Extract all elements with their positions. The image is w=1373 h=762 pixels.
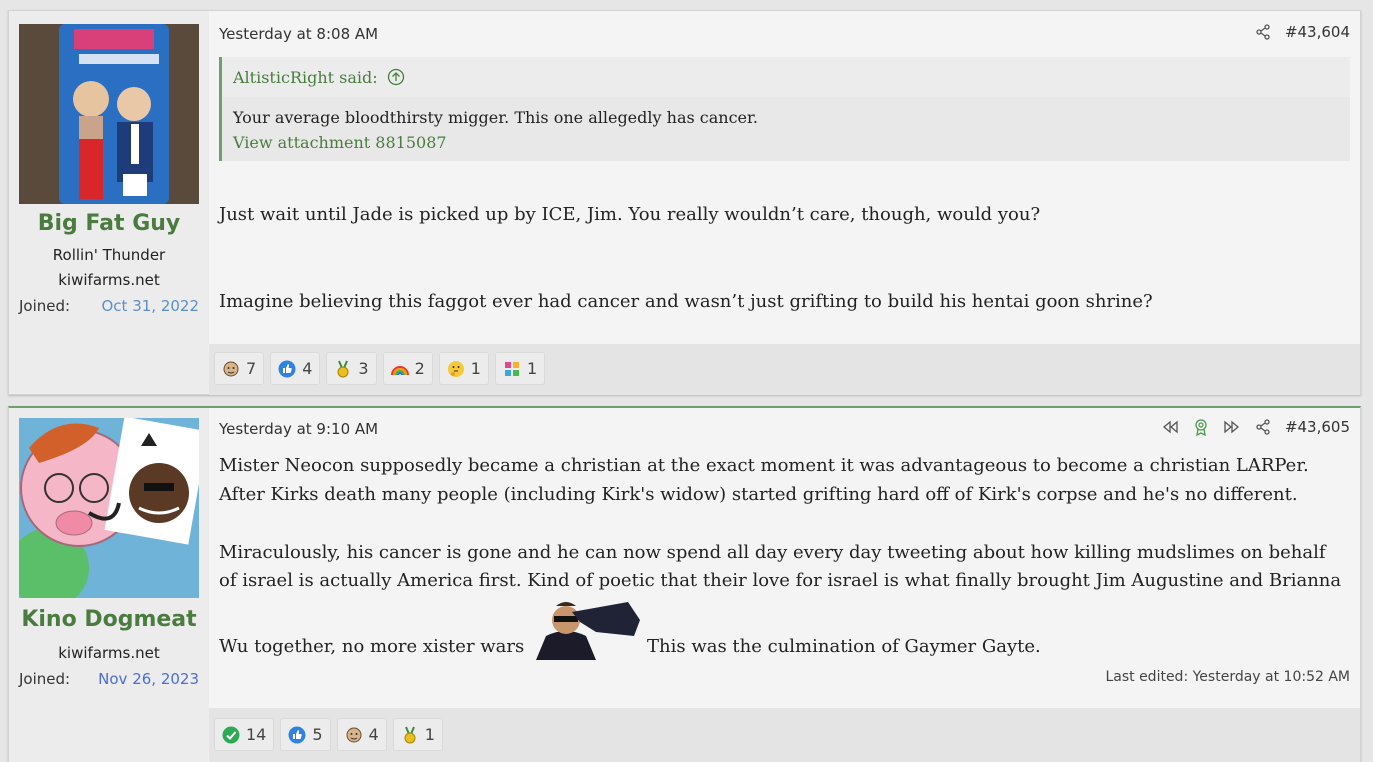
post-tools: #43,604	[1255, 23, 1350, 41]
user-site: kiwifarms.net	[58, 271, 160, 289]
post-text-line: This was the culmination of Gaymer Gayte…	[647, 636, 1041, 657]
joined-date: Nov 26, 2023	[98, 670, 199, 688]
post-text-line: of israel is actually America first. Kin…	[219, 570, 1342, 591]
face-icon	[346, 727, 362, 742]
post-text-line: Just wait until Jade is picked up by ICE…	[219, 204, 1041, 225]
post-text-line: Mister Neocon supposedly became a christ…	[219, 455, 1309, 476]
post-text-line: Wu together, no more xister wars	[219, 636, 525, 657]
username[interactable]: Big Fat Guy	[9, 211, 209, 236]
user-pane: Kino Dogmeat kiwifarms.net Joined: Nov 2…	[9, 408, 209, 762]
reaction-count: 1	[470, 359, 481, 378]
avatar[interactable]	[19, 24, 199, 204]
reaction-count: 4	[368, 725, 379, 744]
reaction-count: 14	[246, 725, 267, 744]
reaction-count: 3	[358, 359, 369, 378]
quote-block: AltisticRight said: Your average bloodth…	[219, 57, 1350, 161]
salute-emoji-image	[536, 596, 642, 660]
face-icon	[223, 361, 239, 376]
reaction-count: 5	[312, 725, 323, 744]
share-icon[interactable]	[1255, 419, 1271, 435]
post-number[interactable]: #43,604	[1285, 23, 1350, 41]
reaction-count: 1	[424, 725, 435, 744]
arrow-up-circle-icon[interactable]	[387, 68, 405, 90]
user-pane: Big Fat Guy Rollin' Thunder kiwifarms.ne…	[9, 11, 209, 394]
share-icon[interactable]	[1255, 24, 1271, 40]
post-text-line: Miraculously, his cancer is gone and he …	[219, 542, 1326, 563]
post-43605: Kino Dogmeat kiwifarms.net Joined: Nov 2…	[8, 406, 1361, 762]
reaction-count: 7	[246, 359, 257, 378]
avatar[interactable]	[19, 418, 199, 598]
rainbow-icon	[390, 365, 409, 375]
joined-date: Oct 31, 2022	[101, 297, 200, 315]
quote-header: AltisticRight said:	[222, 57, 1350, 97]
medal-icon	[404, 726, 416, 743]
post-number[interactable]: #43,605	[1285, 418, 1350, 436]
reaction-face[interactable]: 7	[214, 352, 265, 385]
medal-icon	[337, 360, 349, 377]
reaction-bar: 14 5 4 1	[209, 708, 1360, 762]
post-tools: #43,605	[1161, 418, 1350, 436]
post-43604: Big Fat Guy Rollin' Thunder kiwifarms.ne…	[8, 10, 1361, 395]
reaction-puzzle[interactable]: 1	[494, 352, 546, 385]
reaction-rainbow[interactable]: 2	[382, 352, 433, 385]
reaction-thinking[interactable]: 1	[438, 352, 489, 385]
post-text-line: After Kirks death many people (including…	[219, 484, 1298, 505]
fast-forward-icon[interactable]	[1223, 419, 1241, 435]
reaction-check[interactable]: 14	[214, 718, 275, 751]
reaction-bar: 7 4 3 2 1 1	[209, 344, 1360, 395]
like-icon	[288, 726, 306, 743]
reaction-count: 2	[414, 359, 425, 378]
last-edited[interactable]: Last edited: Yesterday at 10:52 AM	[1105, 669, 1350, 685]
user-title: Rollin' Thunder	[52, 246, 166, 264]
post-text-line: Imagine believing this faggot ever had c…	[219, 291, 1153, 312]
quote-text: Your average bloodthirsty migger. This o…	[233, 108, 758, 127]
reaction-like[interactable]: 4	[270, 352, 321, 385]
post-date[interactable]: Yesterday at 8:08 AM	[219, 25, 378, 43]
thinking-icon	[447, 360, 464, 377]
reaction-medal[interactable]: 1	[392, 718, 443, 751]
joined-label: Joined:	[19, 297, 71, 315]
joined-label: Joined:	[19, 670, 71, 688]
username[interactable]: Kino Dogmeat	[9, 607, 209, 632]
quote-author[interactable]: AltisticRight said:	[233, 68, 378, 87]
puzzle-icon	[504, 361, 519, 376]
award-icon[interactable]	[1193, 418, 1209, 436]
quote-body: Your average bloodthirsty migger. This o…	[233, 105, 758, 155]
reaction-face[interactable]: 4	[336, 718, 387, 751]
rewind-icon[interactable]	[1161, 419, 1179, 435]
reaction-medal[interactable]: 3	[326, 352, 377, 385]
reaction-count: 1	[526, 359, 538, 378]
check-icon	[222, 726, 240, 743]
like-icon	[278, 360, 296, 377]
user-site: kiwifarms.net	[58, 644, 160, 662]
reaction-count: 4	[302, 359, 313, 378]
reaction-like[interactable]: 5	[280, 718, 331, 751]
attachment-link[interactable]: View attachment 8815087	[233, 130, 758, 155]
post-main: Yesterday at 8:08 AM #43,604 AltisticRig…	[209, 11, 1360, 394]
post-date[interactable]: Yesterday at 9:10 AM	[219, 420, 378, 438]
